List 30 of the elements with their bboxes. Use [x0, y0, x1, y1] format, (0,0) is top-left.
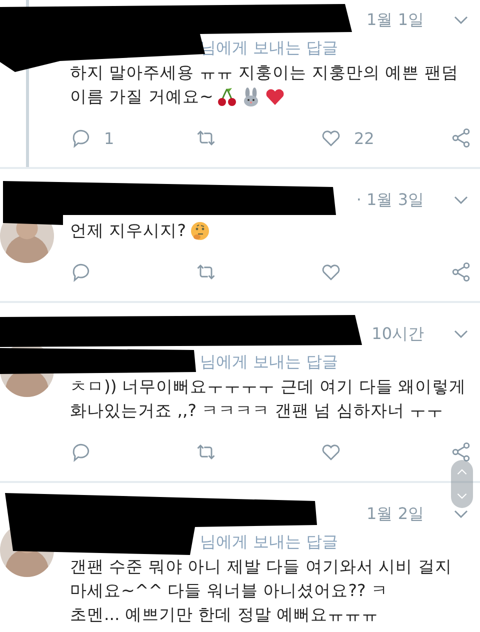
timestamp: 10시간 — [372, 324, 424, 344]
cherries-icon — [217, 87, 238, 107]
scroll-down-button[interactable] — [451, 484, 473, 508]
reply-icon[interactable] — [70, 261, 92, 283]
reply-icon[interactable] — [70, 127, 92, 149]
reply-to-label: 님에게 보내는 답글 — [200, 351, 340, 373]
tweet-text: ㅊㅁ)) 너무이뻐요ㅜㅜㅜㅜ 근데 여기 다들 왜이렇게 화나있는거죠 ,,? ㅋㅋㅋㅋ 갠팬 넘 심하자너 ㅜㅜ — [70, 377, 466, 420]
like-count: 22 — [354, 128, 374, 148]
tweet-text: 갠팬 수준 뭐야 아니 제발 다들 여기와서 시비 걸지 마세요~^^ 다들 워너블 아니셨어요?? ㅋ 초멘... 예쁘기만 한데 정말 예뻐요ㅠㅠㅠ — [70, 557, 452, 624]
chevron-down-icon[interactable] — [454, 16, 468, 24]
scroll-up-button[interactable] — [451, 460, 473, 484]
timestamp: · 1월 3일 — [356, 190, 424, 210]
tweet-text: 언제 지우시지? — [70, 220, 186, 242]
thinking-face-icon — [190, 221, 210, 241]
heart-icon — [265, 87, 286, 107]
chevron-up-icon — [457, 469, 467, 475]
share-icon[interactable] — [450, 261, 472, 283]
reply-count: 1 — [104, 128, 114, 148]
reply-icon[interactable] — [70, 441, 92, 463]
tweet-text: 이름 가질 거예요~ — [70, 86, 214, 108]
share-icon[interactable] — [450, 127, 472, 149]
timestamp: 1월 1일 — [366, 10, 424, 30]
chevron-down-icon[interactable] — [454, 510, 468, 518]
share-icon[interactable] — [450, 441, 472, 463]
chevron-down-icon[interactable] — [454, 330, 468, 338]
chevron-down-icon — [457, 493, 467, 499]
tweet-text: 하지 말아주세용 ㅠㅠ 지훙이는 지훙만의 예쁜 팬덤 — [70, 63, 458, 82]
chevron-down-icon[interactable] — [454, 196, 468, 204]
reply-to-label: 님에게 보내는 답글 — [200, 531, 340, 553]
timestamp: 1월 2일 — [366, 504, 424, 524]
